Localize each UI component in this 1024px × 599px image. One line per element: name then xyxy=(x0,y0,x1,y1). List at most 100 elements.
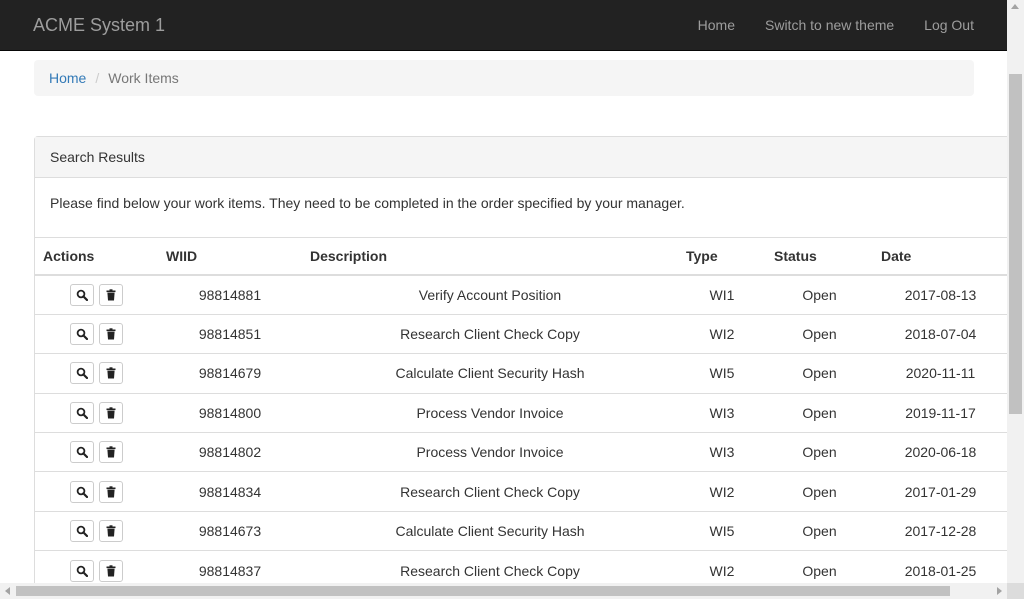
status-cell: Open xyxy=(766,510,873,551)
date-cell: 2017-08-13 xyxy=(904,286,977,303)
actions-cell xyxy=(35,275,158,314)
type-cell: WI3 xyxy=(678,392,766,433)
trash-icon xyxy=(106,485,116,498)
view-button[interactable] xyxy=(69,362,94,385)
description-cell: Research Client Check Copy xyxy=(302,313,678,354)
actions-cell xyxy=(35,353,158,394)
delete-button[interactable] xyxy=(99,283,124,306)
type-cell: WI3 xyxy=(678,432,766,472)
wiid-cell: 98814802 xyxy=(158,432,302,472)
trash-icon xyxy=(106,407,116,419)
description-cell: Calculate Client Security Hash xyxy=(302,353,678,394)
delete-button[interactable] xyxy=(99,401,124,424)
search-icon xyxy=(76,446,88,459)
wiid-cell: 98814679 xyxy=(158,353,302,394)
status-cell: Open xyxy=(766,392,873,433)
horizontal-scroll-thumb[interactable] xyxy=(16,586,950,596)
column-header-date: Date xyxy=(873,238,1007,276)
nav-links: Home Switch to new theme Log Out xyxy=(683,0,989,50)
view-button[interactable] xyxy=(69,520,94,543)
view-button[interactable] xyxy=(69,283,94,306)
wiid-cell: 98814851 xyxy=(158,313,302,354)
search-icon xyxy=(76,525,88,538)
status-cell: Open xyxy=(766,471,873,512)
description-cell: Process Vendor Invoice xyxy=(302,392,678,433)
date-cell: 2017-12-28 xyxy=(873,510,1007,551)
status-cell: Open xyxy=(766,353,873,394)
table-body: 98814881 Verify Account Position WI1 Ope… xyxy=(35,275,1007,583)
date-cell: 2017-01-29 xyxy=(873,471,1007,512)
table-row: 98814834 Research Client Check Copy WI2 … xyxy=(35,471,1007,512)
wiid-cell: 98814881 xyxy=(198,286,262,303)
actions-cell xyxy=(35,432,158,472)
search-results-panel: Search Results Please find below your wo… xyxy=(34,136,1007,583)
search-icon xyxy=(76,368,88,380)
column-header-actions: Actions xyxy=(35,238,158,276)
table-row: 98814851 Research Client Check Copy WI2 … xyxy=(35,313,1007,354)
view-button[interactable] xyxy=(69,559,94,582)
status-cell: Open xyxy=(802,286,837,303)
panel-heading: Search Results xyxy=(35,137,1007,178)
date-cell: 2018-07-04 xyxy=(873,313,1007,354)
scroll-left-arrow-icon[interactable] xyxy=(5,587,10,595)
trash-icon xyxy=(106,328,116,340)
actions-cell xyxy=(35,471,158,512)
view-button[interactable] xyxy=(69,323,94,346)
nav-logout-link[interactable]: Log Out xyxy=(909,0,989,50)
description-cell: Research Client Check Copy xyxy=(302,550,678,583)
column-header-status: Status xyxy=(766,238,873,276)
vertical-scrollbar[interactable] xyxy=(1007,0,1024,583)
view-button[interactable] xyxy=(69,480,94,503)
vertical-scroll-thumb[interactable] xyxy=(1009,74,1022,414)
type-cell: WI1 xyxy=(709,286,735,303)
table-row: 98814800 Process Vendor Invoice WI3 Open… xyxy=(35,392,1007,433)
wiid-cell: 98814837 xyxy=(158,550,302,583)
navbar: ACME System 1 Home Switch to new theme L… xyxy=(0,0,1007,51)
delete-button[interactable] xyxy=(99,480,124,503)
nav-home-link[interactable]: Home xyxy=(683,0,750,50)
type-cell: WI5 xyxy=(678,353,766,394)
delete-button[interactable] xyxy=(99,323,124,346)
date-cell: 2019-11-17 xyxy=(873,392,1007,433)
table-row: 98814837 Research Client Check Copy WI2 … xyxy=(35,550,1007,583)
type-cell: WI2 xyxy=(678,550,766,583)
date-cell: 2018-01-25 xyxy=(873,550,1007,583)
column-header-description: Description xyxy=(302,238,678,276)
app-viewport: ACME System 1 Home Switch to new theme L… xyxy=(0,0,1007,583)
description-cell: Process Vendor Invoice xyxy=(302,432,678,472)
scroll-up-arrow-icon[interactable] xyxy=(1011,4,1019,9)
view-button[interactable] xyxy=(69,441,94,464)
breadcrumb-home-link[interactable]: Home xyxy=(49,70,86,86)
column-header-wiid: WIID xyxy=(158,238,302,276)
table-row: 98814802 Process Vendor Invoice WI3 Open… xyxy=(35,432,1007,472)
search-icon xyxy=(76,289,88,301)
table-row: 98814673 Calculate Client Security Hash … xyxy=(35,510,1007,551)
date-cell: 2020-06-18 xyxy=(873,432,1007,472)
brand[interactable]: ACME System 1 xyxy=(33,14,165,36)
work-items-table: Actions WIID Description Type Status Dat… xyxy=(35,238,1007,583)
type-cell: WI2 xyxy=(678,471,766,512)
view-button[interactable] xyxy=(69,401,94,424)
search-icon xyxy=(76,486,88,498)
status-cell: Open xyxy=(766,432,873,472)
wiid-cell: 98814800 xyxy=(158,392,302,433)
status-cell: Open xyxy=(766,550,873,583)
delete-button[interactable] xyxy=(99,520,124,543)
wiid-cell: 98814673 xyxy=(158,510,302,551)
table-header-row: Actions WIID Description Type Status Dat… xyxy=(35,238,1007,276)
horizontal-scrollbar[interactable] xyxy=(0,583,1007,599)
search-icon xyxy=(76,407,88,419)
delete-button[interactable] xyxy=(99,441,124,464)
table-row: 98814881 Verify Account Position WI1 Ope… xyxy=(35,275,1007,314)
status-cell: Open xyxy=(766,313,873,354)
date-cell: 2020-11-11 xyxy=(873,353,1007,394)
actions-cell xyxy=(35,510,158,551)
nav-switch-theme-link[interactable]: Switch to new theme xyxy=(750,0,909,50)
scroll-right-arrow-icon[interactable] xyxy=(997,587,1002,595)
panel-description: Please find below your work items. They … xyxy=(35,178,1007,238)
type-cell: WI5 xyxy=(678,510,766,551)
delete-button[interactable] xyxy=(99,362,124,385)
description-cell: Calculate Client Security Hash xyxy=(302,510,678,551)
breadcrumb-separator: / xyxy=(95,70,100,86)
delete-button[interactable] xyxy=(99,559,124,582)
